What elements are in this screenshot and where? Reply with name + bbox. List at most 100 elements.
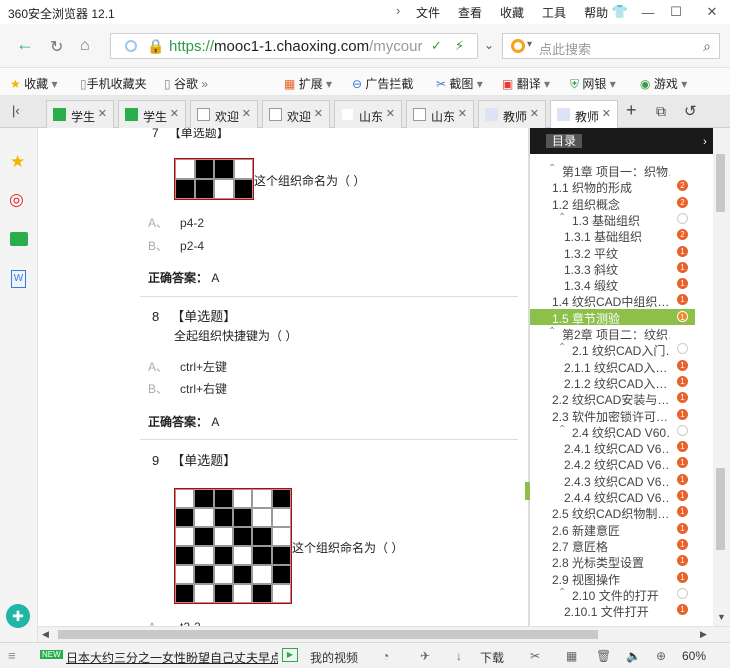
scroll-left-icon[interactable]: ◀ [42,629,49,640]
toc-item[interactable]: ⌃ 2.4 纹织CAD V60… [530,423,695,440]
question-7-option-a[interactable]: A、 p4-2 [148,214,204,231]
toc-item[interactable]: 2.10.1 文件打开 1 [530,602,695,619]
download-button[interactable]: 下载 [480,649,504,666]
collapse-icon[interactable]: ⌃ [558,342,566,353]
question-8-option-b[interactable]: B、 ctrl+右键 [148,380,227,397]
toc-item[interactable]: 1.2 组织概念 2 [530,195,695,212]
toc-item[interactable]: 1.3.4 缎纹 1 [530,276,695,293]
bookmark-favorites[interactable]: ★ 收藏 ▾ [10,75,58,92]
toc-item[interactable]: ⌃ 第1章 项目一：织物… [530,162,695,179]
download-icon[interactable]: ↓ [456,649,462,663]
tab-shandong-2[interactable]: 山东 ✕ [406,100,474,128]
collapse-icon[interactable]: ⌃ [558,424,566,435]
url-field[interactable]: 🔒 https://mooc1-1.chaoxing.com/mycour ✓ … [110,33,478,59]
weibo-icon[interactable]: ◎ [9,190,24,210]
close-icon[interactable]: ✕ [386,107,395,120]
toc-item[interactable]: 1.4 纹织CAD中组织… 1 [530,292,695,309]
toc-item[interactable]: 1.3.3 斜纹 1 [530,260,695,277]
home-icon[interactable]: ⌂ [80,37,90,55]
tool-extensions[interactable]: ▦ 扩展 ▾ [284,75,332,92]
close-icon[interactable]: ✕ [602,107,611,120]
tool-adblock[interactable]: ⊖ 广告拦截 [352,75,413,92]
tool-screenshot[interactable]: ✂ 截图 ▾ [436,75,483,92]
undo-close-icon[interactable]: ↺ [684,102,697,120]
menu-tools[interactable]: 工具 [542,4,566,21]
toc-item[interactable]: ⌃ 2.10 文件的打开 [530,586,695,603]
scroll-thumb[interactable] [58,630,598,639]
my-videos[interactable]: 我的视频 [310,649,358,666]
toc-scrollbar[interactable]: ▼ [713,128,730,626]
tool-translate[interactable]: ▣ 翻译 ▾ [502,75,550,92]
close-icon[interactable]: ✕ [458,107,467,120]
search-engine-icon[interactable] [511,39,525,53]
scroll-thumb[interactable] [716,468,725,550]
collapse-icon[interactable]: ⌃ [558,212,566,223]
toc-item[interactable]: 1.1 织物的形成 2 [530,178,695,195]
tab-student-2[interactable]: 学生 ✕ [118,100,186,128]
grid-icon[interactable]: ▦ [566,649,577,663]
news-link[interactable]: 日本大约三分之一女性盼望自己丈夫早点 [66,649,278,666]
search-input[interactable]: ▾ 点此搜索 ⌕ [502,33,720,59]
rocket-icon[interactable]: ✈ [420,649,430,663]
tab-welcome-2[interactable]: 欢迎 ✕ [262,100,330,128]
toc-item[interactable]: 1.3.2 平纹 1 [530,244,695,261]
toc-item[interactable]: ⌃ 2.1 纹织CAD入门… [530,341,695,358]
toc-collapse-icon[interactable]: › [698,132,712,152]
scroll-right-icon[interactable]: ▶ [700,629,707,640]
toc-item[interactable]: 2.7 意匠格 1 [530,537,695,554]
toc-item[interactable]: 1.5 章节测验 1 [530,308,695,326]
reader-icon[interactable]: ✓ [431,38,442,54]
toc-item[interactable]: 1.3.1 基础组织 2 [530,227,695,244]
toc-item[interactable]: 2.3 软件加密锁许可… 1 [530,407,695,424]
dropdown-icon[interactable]: ▾ [527,39,532,50]
question-8-option-a[interactable]: A、 ctrl+左键 [148,358,227,375]
collapse-icon[interactable]: ⌃ [548,326,556,337]
tab-teacher-2[interactable]: 教师 ✕ [550,100,618,129]
tab-scroll-left-icon[interactable]: |‹ [12,103,20,118]
close-icon[interactable]: ✕ [242,107,251,120]
tab-teacher-1[interactable]: 教师 ✕ [478,100,546,128]
close-button[interactable]: ✕ [698,0,726,24]
toc-item[interactable]: 2.4.3 纹织CAD V6… 1 [530,472,695,489]
lightning-icon[interactable]: ⚡ [455,38,464,54]
volume-icon[interactable]: 🔈 [626,649,641,663]
toc-item[interactable]: 2.1.1 纹织CAD入… 1 [530,358,695,375]
tab-welcome-1[interactable]: 欢迎 ✕ [190,100,258,128]
scroll-down-icon[interactable]: ▼ [717,612,726,622]
toc-item[interactable]: 2.6 新建意匠 1 [530,521,695,538]
url-text[interactable]: https://mooc1-1.chaoxing.com/mycour [169,38,431,55]
assistant-icon[interactable]: ✚ [6,604,30,628]
toc-item[interactable]: ⌃ 1.3 基础组织 [530,211,695,228]
close-icon[interactable]: ✕ [170,107,179,120]
toc-item[interactable]: 2.4.1 纹织CAD V6… 1 [530,439,695,456]
maximize-button[interactable]: ☐ [662,0,690,24]
trash-icon[interactable]: 🗑 [596,649,611,663]
toc-item[interactable]: ⌃ 第2章 项目二：纹织… [530,325,695,342]
bookmark-mobile[interactable]: ▯手机收藏夹 [80,75,147,92]
tool-bank[interactable]: ⛨ 网银 ▾ [570,75,616,92]
collapse-icon[interactable]: ⌃ [548,163,556,174]
accelerate-icon[interactable]: ◔ [382,649,389,663]
search-icon[interactable]: ⌕ [703,38,711,55]
tab-student-1[interactable]: 学生 ✕ [46,100,114,128]
tab-shandong-1[interactable]: 山东 ✕ [334,100,402,128]
close-icon[interactable]: ✕ [530,107,539,120]
new-tab-button[interactable]: + [626,100,637,121]
tab-list-icon[interactable]: ⧉ [656,103,666,120]
word-icon[interactable]: W [11,270,26,288]
star-icon[interactable]: ★ [10,152,25,172]
toc-scroll-thumb[interactable] [716,154,725,212]
zoom-level[interactable]: 60% [682,649,706,663]
question-9-option-a[interactable]: A、t2-2 [148,618,201,626]
close-icon[interactable]: ✕ [314,107,323,120]
toc-item[interactable]: 2.1.2 纹织CAD入… 1 [530,374,695,391]
toc-item[interactable]: 2.4.4 纹织CAD V6… 1 [530,488,695,505]
horizontal-scrollbar[interactable]: ◀ ▶ [38,626,730,642]
menu-view[interactable]: 查看 [458,4,482,21]
menu-file[interactable]: 文件 [416,4,440,21]
refresh-icon[interactable]: ↻ [50,37,63,57]
toc-item[interactable]: 2.9 视图操作 1 [530,570,695,587]
cut-icon[interactable]: ✂ [530,649,540,663]
chevron-right-icon[interactable]: › [396,3,400,18]
question-7-option-b[interactable]: B、 p2-4 [148,237,204,254]
